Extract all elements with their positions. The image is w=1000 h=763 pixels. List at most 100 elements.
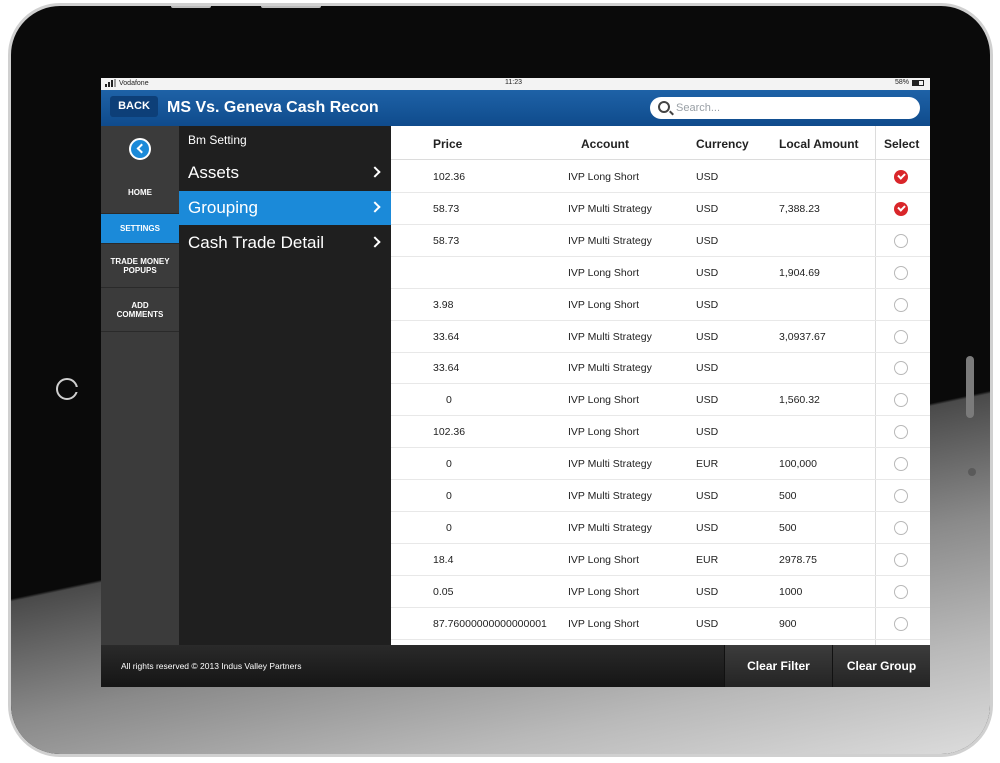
column-header-select: Select bbox=[884, 137, 920, 151]
cell-price: 58.73 bbox=[433, 202, 460, 215]
table-row[interactable]: 102.36 IVP Long Short USD bbox=[391, 161, 930, 193]
battery-icon bbox=[912, 79, 924, 86]
select-radio[interactable] bbox=[894, 520, 908, 535]
carrier-name: Vodafone bbox=[119, 79, 149, 87]
table-row[interactable]: 102.36 IVP Long Short USD bbox=[391, 416, 930, 449]
table-row[interactable]: IVP Long Short USD 1,904.69 bbox=[391, 257, 930, 289]
cell-price: 33.64 bbox=[433, 330, 460, 343]
chevron-right-icon bbox=[369, 201, 381, 213]
column-header-currency[interactable]: Currency bbox=[696, 137, 749, 151]
column-header-local-amount[interactable]: Local Amount bbox=[779, 137, 859, 151]
select-radio[interactable] bbox=[894, 616, 908, 631]
select-radio[interactable] bbox=[894, 552, 908, 567]
clear-group-button[interactable]: Clear Group bbox=[832, 645, 930, 687]
cell-price: 0.05 bbox=[433, 585, 454, 598]
cell-price: 102.36 bbox=[433, 426, 466, 439]
cell-price: 58.73 bbox=[433, 234, 460, 247]
table-header: Price Account Currency Local Amount Sele… bbox=[391, 126, 930, 160]
cell-account: IVP Multi Strategy bbox=[568, 490, 652, 502]
select-radio[interactable] bbox=[894, 361, 908, 376]
cell-local-amount: 500 bbox=[779, 490, 797, 502]
search-box[interactable] bbox=[650, 97, 920, 119]
signal-icon bbox=[105, 79, 116, 87]
submenu-item-grouping[interactable]: Grouping bbox=[179, 191, 391, 225]
cell-account: IVP Multi Strategy bbox=[568, 234, 652, 247]
select-radio[interactable] bbox=[894, 297, 908, 312]
cell-price: 87.76000000000000001 bbox=[433, 617, 547, 630]
cell-currency: USD bbox=[696, 426, 719, 439]
cell-account: IVP Long Short bbox=[568, 394, 640, 407]
cell-currency: USD bbox=[696, 202, 719, 215]
select-radio[interactable] bbox=[894, 265, 908, 280]
cell-price: 0 bbox=[446, 521, 452, 534]
cell-account: IVP Long Short bbox=[568, 298, 640, 311]
nav-item-settings[interactable]: SETTINGS bbox=[101, 214, 179, 244]
cell-price: 102.36 bbox=[433, 171, 466, 183]
select-radio[interactable] bbox=[894, 584, 908, 599]
cell-currency: EUR bbox=[696, 458, 719, 471]
column-header-account[interactable]: Account bbox=[581, 137, 629, 151]
app-screen: Vodafone 11:23 58% BACK MS Vs. Geneva Ca… bbox=[101, 78, 930, 687]
cell-local-amount: 1,560.32 bbox=[779, 394, 820, 407]
table-row[interactable]: 33.64 IVP Multi Strategy USD bbox=[391, 352, 930, 385]
power-button bbox=[261, 6, 321, 8]
select-radio-checked[interactable] bbox=[894, 170, 908, 184]
table-row[interactable]: 0 IVP Multi Strategy EUR 100,000 bbox=[391, 448, 930, 481]
table-row[interactable]: 0 IVP Multi Strategy USD 500 bbox=[391, 480, 930, 512]
status-right: 58% bbox=[895, 79, 924, 86]
cell-account: IVP Multi Strategy bbox=[568, 202, 652, 215]
cell-currency: EUR bbox=[696, 553, 719, 566]
chevron-right-icon bbox=[369, 236, 381, 248]
cell-local-amount: 500 bbox=[779, 521, 797, 534]
cell-account: IVP Multi Strategy bbox=[568, 362, 652, 375]
page-title: MS Vs. Geneva Cash Recon bbox=[167, 99, 379, 116]
select-radio[interactable] bbox=[894, 329, 908, 344]
table-row[interactable]: 33.64 IVP Multi Strategy USD 3,0937.67 bbox=[391, 321, 930, 353]
circle-back-icon[interactable] bbox=[129, 138, 151, 160]
select-radio-checked[interactable] bbox=[894, 201, 908, 216]
select-radio[interactable] bbox=[894, 233, 908, 248]
select-radio[interactable] bbox=[894, 457, 908, 472]
submenu-item-assets[interactable]: Assets bbox=[179, 156, 391, 190]
column-header-price[interactable]: Price bbox=[433, 137, 462, 151]
table-row[interactable]: 0.05 IVP Long Short USD 1000 bbox=[391, 576, 930, 608]
cell-account: IVP Long Short bbox=[568, 266, 640, 279]
table-row[interactable]: 0 IVP Multi Strategy USD 500 bbox=[391, 512, 930, 544]
cell-price: 3.98 bbox=[433, 298, 454, 311]
title-bar: BACK MS Vs. Geneva Cash Recon bbox=[101, 90, 930, 126]
nav-item-add-comments[interactable]: ADD COMMENTS bbox=[101, 288, 179, 332]
submenu-item-cash-trade-detail[interactable]: Cash Trade Detail bbox=[179, 226, 391, 260]
search-input[interactable] bbox=[676, 100, 912, 116]
nav-item-trade-money-popups[interactable]: TRADE MONEY POPUPS bbox=[101, 244, 179, 288]
status-left: Vodafone bbox=[105, 79, 149, 87]
table-row[interactable]: 3.98 IVP Long Short USD bbox=[391, 289, 930, 321]
nav-item-home[interactable]: HOME bbox=[101, 172, 179, 214]
clear-filter-button[interactable]: Clear Filter bbox=[724, 645, 832, 687]
table-row[interactable]: 0 IVP Long Short USD 1,560.32 bbox=[391, 384, 930, 417]
cell-currency: USD bbox=[696, 362, 719, 375]
left-nav: HOME SETTINGS TRADE MONEY POPUPS ADD COM… bbox=[101, 126, 179, 645]
table-row[interactable]: 87.76000000000000001 IVP Long Short USD 900 bbox=[391, 608, 930, 640]
cell-currency: USD bbox=[696, 298, 719, 311]
table-row[interactable]: 18.4 IVP Long Short EUR 2978.75 bbox=[391, 544, 930, 576]
select-radio[interactable] bbox=[894, 489, 908, 503]
submenu-item-label: Assets bbox=[188, 163, 240, 182]
table-row[interactable]: 58.73 IVP Multi Strategy USD bbox=[391, 225, 930, 257]
cell-currency: USD bbox=[696, 521, 719, 534]
home-button-icon[interactable] bbox=[56, 378, 80, 400]
submenu-item-label: Cash Trade Detail bbox=[188, 233, 325, 252]
select-radio[interactable] bbox=[894, 393, 908, 408]
footer: All rights reserved © 2013 Indus Valley … bbox=[101, 645, 930, 687]
copyright-text: All rights reserved © 2013 Indus Valley … bbox=[121, 661, 302, 671]
cell-local-amount: 1,904.69 bbox=[779, 266, 820, 279]
settings-submenu: Bm Setting Assets Grouping Cash Trade De… bbox=[179, 126, 391, 645]
cell-currency: USD bbox=[696, 490, 719, 502]
select-radio[interactable] bbox=[894, 425, 908, 440]
table-row[interactable]: 58.73 IVP Multi Strategy USD 7,388.23 bbox=[391, 193, 930, 225]
cell-local-amount: 900 bbox=[779, 617, 797, 630]
back-button[interactable]: BACK bbox=[110, 96, 158, 117]
cell-currency: USD bbox=[696, 617, 719, 630]
cell-price: 0 bbox=[446, 490, 452, 502]
side-switch bbox=[966, 356, 974, 418]
status-bar: Vodafone 11:23 58% bbox=[101, 78, 930, 90]
